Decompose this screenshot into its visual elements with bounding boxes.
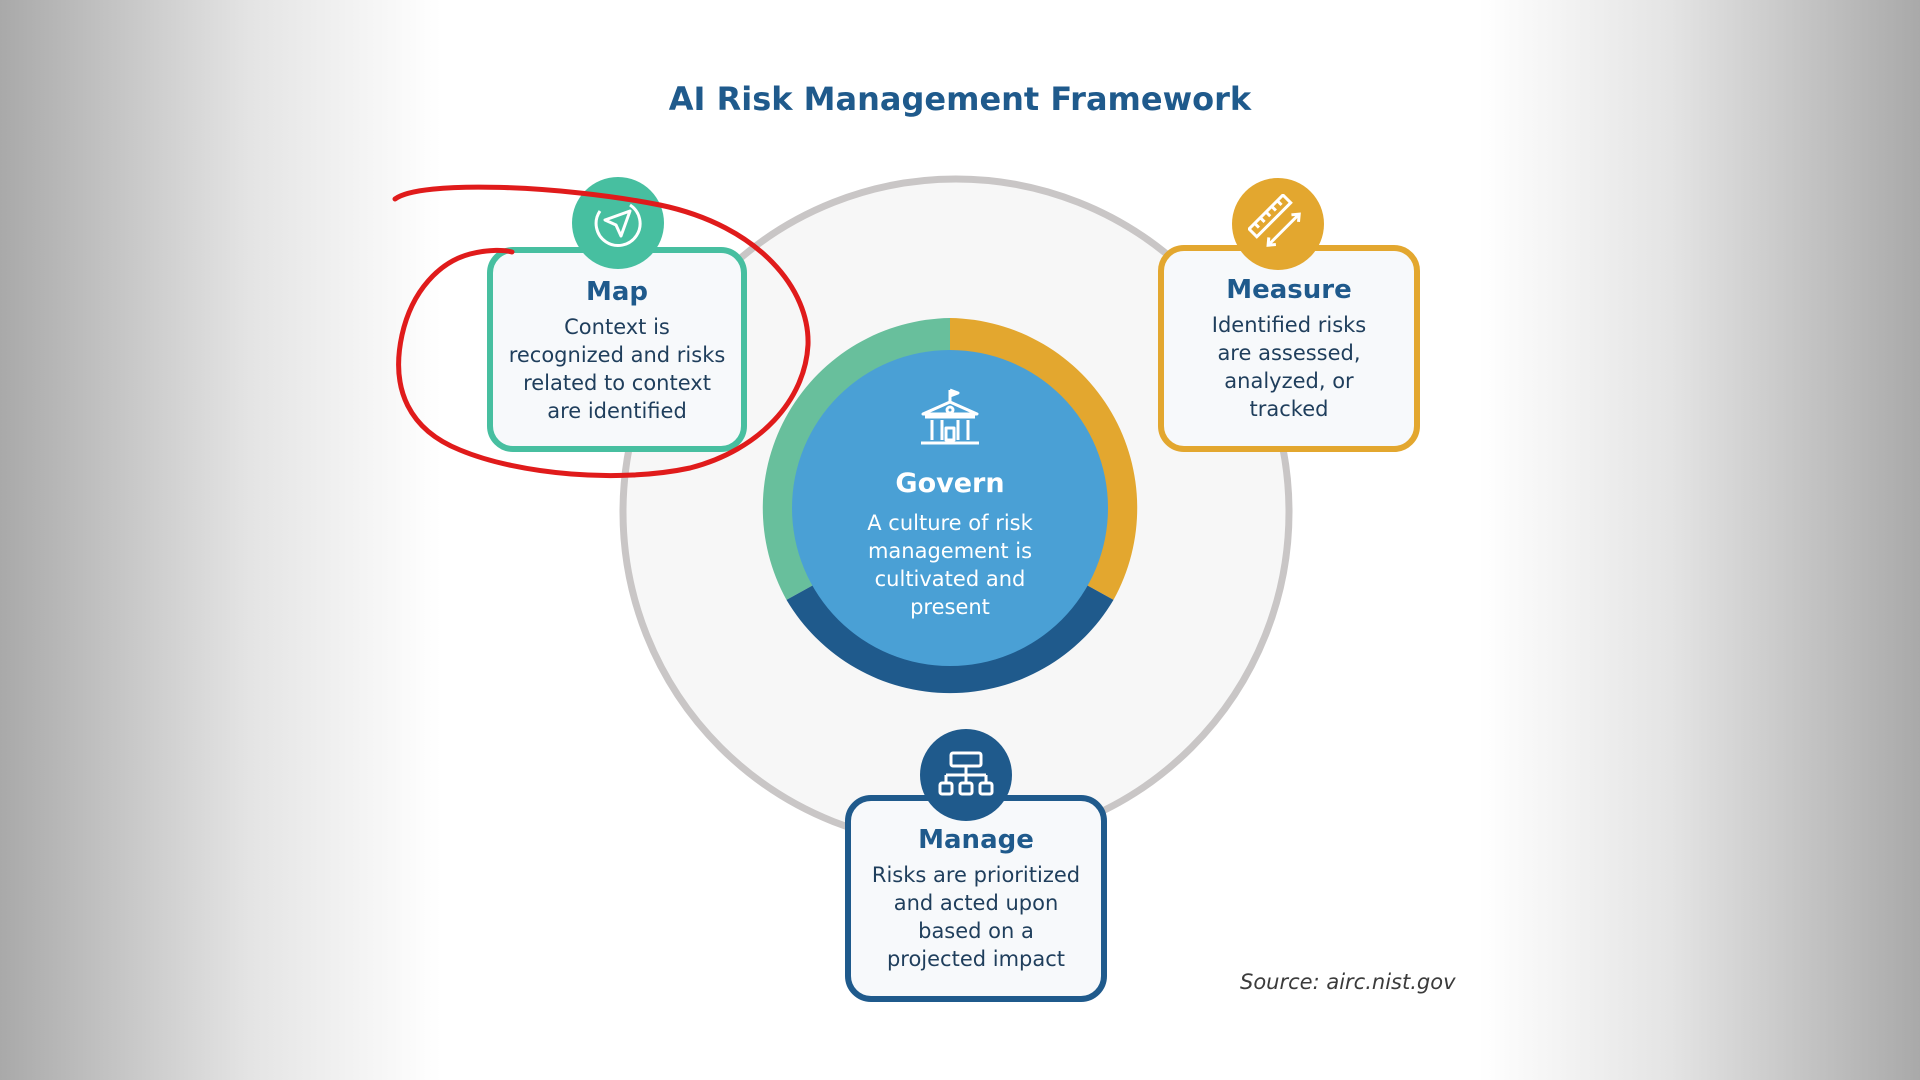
red-annotation [392, 184, 811, 479]
red-annotation-stroke [392, 184, 811, 479]
source-caption: Source: airc.nist.gov [1240, 970, 1456, 994]
framework-diagram: AI Risk Management Framework Govern A cu… [0, 0, 1920, 1080]
